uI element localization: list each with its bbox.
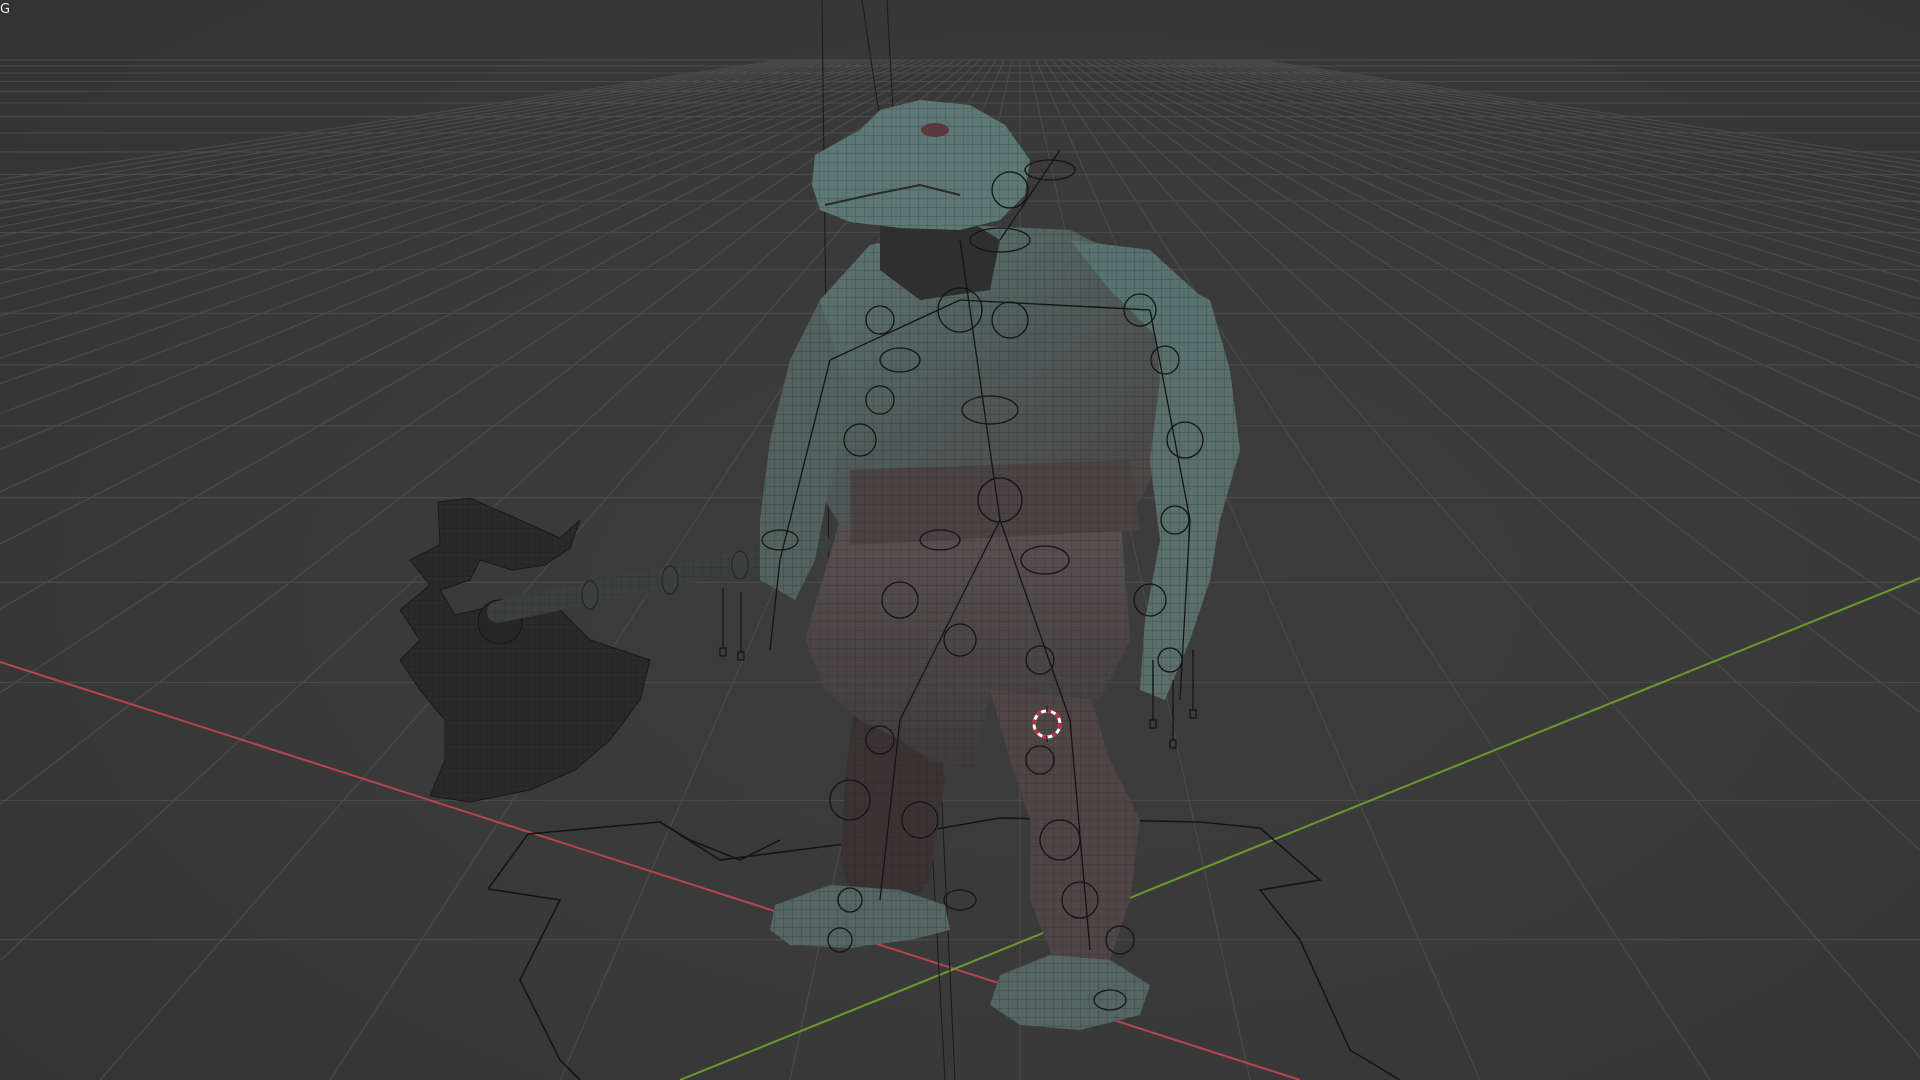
grid-line bbox=[1211, 59, 1920, 197]
rig-handle[interactable] bbox=[1189, 709, 1197, 719]
grid-line bbox=[1179, 59, 1920, 231]
grid-line bbox=[1187, 59, 1920, 221]
grid-line bbox=[1227, 59, 1920, 183]
grid-line bbox=[1251, 59, 1920, 167]
grid-line bbox=[1115, 59, 1920, 369]
grid-line bbox=[1235, 59, 1920, 178]
3d-viewport[interactable]: G bbox=[0, 0, 1920, 1080]
grid-line bbox=[1123, 59, 1920, 342]
grid-line bbox=[1203, 59, 1920, 204]
grid-line bbox=[1243, 59, 1920, 172]
viewport-scene[interactable] bbox=[0, 0, 1920, 1080]
rig-handle[interactable] bbox=[1169, 739, 1177, 749]
grid-line bbox=[1171, 59, 1920, 242]
rig-handle[interactable] bbox=[1149, 719, 1157, 729]
grid-line bbox=[1259, 59, 1920, 162]
axe-weapon[interactable] bbox=[399, 497, 831, 803]
grid-line bbox=[1043, 59, 1711, 1080]
rig-handle[interactable] bbox=[719, 647, 727, 657]
rig-control-circle[interactable] bbox=[943, 889, 977, 911]
grid-line bbox=[1131, 59, 1920, 320]
grid-line bbox=[1099, 59, 1920, 438]
grid-line bbox=[1219, 59, 1920, 190]
